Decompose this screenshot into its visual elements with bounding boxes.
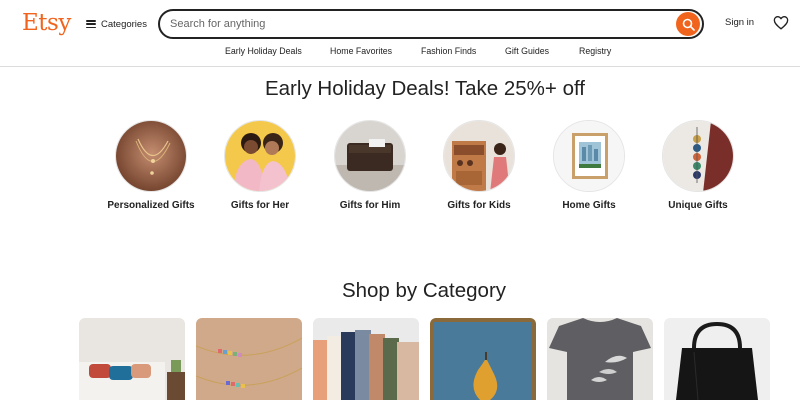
deal-image	[553, 120, 625, 192]
search-input[interactable]	[170, 15, 670, 33]
etsy-logo[interactable]: Etsy	[22, 10, 71, 36]
category-card[interactable]	[79, 318, 185, 400]
site-header: Etsy Categories Sign in Early Holiday De…	[0, 0, 800, 67]
category-card[interactable]	[547, 318, 653, 400]
deal-image	[115, 120, 187, 192]
category-image	[430, 318, 536, 400]
sign-in-link[interactable]: Sign in	[725, 17, 754, 28]
category-image	[664, 318, 770, 400]
category-card[interactable]	[430, 318, 536, 400]
deal-label: Unique Gifts	[668, 200, 728, 211]
deals-heading: Early Holiday Deals! Take 25%+ off	[264, 77, 585, 100]
top-nav: Early Holiday Deals Home Favorites Fashi…	[0, 46, 800, 60]
deal-label: Gifts for Him	[339, 200, 401, 211]
categories-button[interactable]: Categories	[86, 16, 147, 32]
category-card[interactable]	[196, 318, 302, 400]
search-button[interactable]	[676, 12, 700, 36]
category-image	[79, 318, 185, 400]
deal-unique-gifts[interactable]: Unique Gifts	[643, 120, 753, 212]
deal-image	[334, 120, 406, 192]
nav-registry[interactable]: Registry	[579, 46, 611, 56]
nav-gift-guides[interactable]: Gift Guides	[505, 46, 549, 56]
category-card[interactable]	[664, 318, 770, 400]
search-bar	[158, 9, 704, 39]
deal-label: Personalized Gifts	[107, 200, 195, 211]
category-heading: Shop by Category	[341, 279, 507, 302]
category-image	[196, 318, 302, 400]
menu-icon	[86, 20, 96, 28]
deal-gifts-for-kids[interactable]: Gifts for Kids	[424, 120, 534, 212]
deal-personalized-gifts[interactable]: Personalized Gifts	[96, 120, 206, 212]
nav-early-holiday-deals[interactable]: Early Holiday Deals	[225, 46, 302, 56]
search-icon	[682, 18, 695, 31]
deal-image	[224, 120, 296, 192]
deal-label: Gifts for Kids	[447, 200, 511, 211]
categories-label: Categories	[101, 18, 147, 30]
deal-image	[443, 120, 515, 192]
nav-home-favorites[interactable]: Home Favorites	[330, 46, 392, 56]
deal-label: Gifts for Her	[230, 200, 290, 211]
deal-gifts-for-him[interactable]: Gifts for Him	[315, 120, 425, 212]
favorites-heart-icon[interactable]	[773, 15, 789, 30]
deal-gifts-for-her[interactable]: Gifts for Her	[205, 120, 315, 212]
deal-label: Home Gifts	[562, 200, 616, 211]
deal-image	[662, 120, 734, 192]
category-image	[547, 318, 653, 400]
nav-fashion-finds[interactable]: Fashion Finds	[421, 46, 476, 56]
category-card[interactable]	[313, 318, 419, 400]
deal-home-gifts[interactable]: Home Gifts	[534, 120, 644, 212]
category-image	[313, 318, 419, 400]
